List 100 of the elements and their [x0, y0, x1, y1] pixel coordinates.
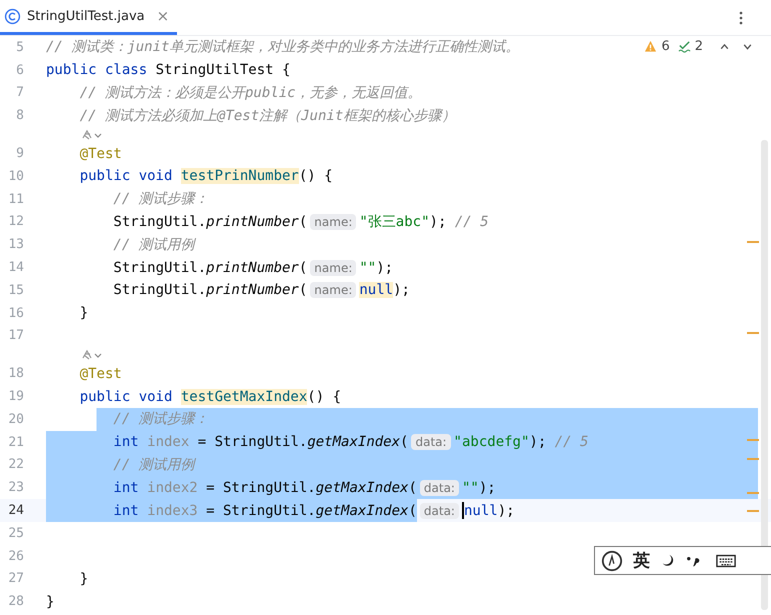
- line-number: 12: [7, 214, 25, 230]
- code-text: () {: [298, 168, 333, 184]
- line-number: 13: [7, 237, 25, 252]
- code-text: () {: [307, 388, 342, 405]
- code-comment: // 测试类：junit单元测试框架，对业务类中的业务方法进行正确性测试。: [46, 38, 520, 56]
- ime-logo-icon[interactable]: [601, 550, 623, 572]
- method-call: printNumber: [206, 282, 299, 298]
- up-icon[interactable]: [719, 41, 730, 52]
- code-text: (: [408, 499, 417, 522]
- line-number: 5: [15, 40, 25, 55]
- tab-title: StringUtilTest.java: [27, 8, 145, 24]
- line-number: 8: [15, 108, 25, 124]
- code-text: (: [400, 434, 408, 450]
- code-text: );: [430, 214, 448, 230]
- method-call: getMaxIndex: [316, 499, 408, 522]
- code-text: StringUtil.: [113, 260, 206, 276]
- string-literal: "": [462, 480, 479, 496]
- code-comment: // 测试方法：必须是公开public，无参，无返回值。: [80, 84, 422, 102]
- line-number: 26: [7, 548, 25, 564]
- keyboard-icon[interactable]: [716, 554, 736, 568]
- run-test-icon[interactable]: [80, 348, 103, 361]
- line-number: 28: [7, 594, 25, 610]
- code-text: = StringUtil.: [198, 499, 316, 522]
- line-number: 24: [7, 503, 25, 518]
- code-annotation: @Test: [80, 146, 122, 162]
- code-text: );: [478, 480, 496, 496]
- line-number: 16: [7, 306, 25, 321]
- parameter-hint: data:: [420, 502, 459, 519]
- code-text: }: [80, 305, 88, 322]
- code-comment: // 测试用例: [113, 236, 195, 254]
- code-text: (: [408, 480, 417, 496]
- code-text: (: [298, 260, 308, 276]
- code-keyword: int: [113, 499, 148, 522]
- code-comment: // 5: [454, 214, 489, 230]
- code-text: }: [80, 570, 88, 587]
- method-name: testPrinNumber: [180, 168, 299, 184]
- code-keyword: int: [113, 480, 140, 496]
- string-literal: "": [359, 260, 376, 276]
- line-number: 9: [15, 146, 25, 162]
- code-text: = StringUtil.: [205, 480, 316, 496]
- language-toggle[interactable]: 英: [633, 549, 650, 572]
- parameter-hint: name:: [310, 214, 356, 230]
- parameter-hint: data:: [420, 480, 459, 496]
- line-number: 19: [7, 389, 25, 404]
- moon-icon[interactable]: [660, 553, 675, 568]
- code-keyword: null: [464, 502, 498, 519]
- weak-warning-count[interactable]: 2: [694, 39, 703, 54]
- code-comment: // 测试用例: [113, 456, 195, 474]
- variable-name: index: [147, 434, 190, 450]
- method-call: getMaxIndex: [307, 434, 400, 450]
- line-number: 27: [7, 571, 25, 586]
- code-keyword: int: [113, 434, 140, 450]
- text-cursor: [462, 502, 464, 520]
- class-icon: [4, 8, 21, 24]
- parameter-hint: name:: [310, 282, 356, 298]
- line-number: 22: [7, 457, 25, 472]
- string-literal: "张三abc": [359, 212, 430, 231]
- line-number: 17: [7, 328, 25, 344]
- line-number: 14: [7, 260, 25, 276]
- line-number: 10: [7, 168, 25, 184]
- string-literal: "abcdefg": [454, 434, 530, 450]
- warning-icon: [644, 40, 658, 53]
- line-number: 15: [7, 282, 25, 298]
- code-comment: // 5: [554, 434, 588, 450]
- code-keyword: public void: [80, 168, 174, 184]
- line-number: 21: [7, 434, 25, 450]
- code-comment: // 测试方法必须加上@Test注解（Junit框架的核心步骤）: [80, 106, 456, 125]
- line-number: 23: [7, 480, 25, 496]
- method-call: getMaxIndex: [316, 480, 408, 496]
- line-number: 18: [7, 366, 25, 382]
- line-number: 20: [7, 412, 25, 427]
- check-icon: [678, 40, 691, 53]
- error-stripe-mark: [747, 439, 759, 441]
- error-stripe-mark: [747, 510, 759, 512]
- parameter-hint: data:: [411, 434, 451, 450]
- line-number: 7: [15, 85, 25, 100]
- run-test-icon[interactable]: [80, 128, 103, 141]
- error-stripe-mark: [747, 332, 759, 334]
- code-text: StringUtil.: [113, 214, 206, 230]
- code-text: StringUtil.: [113, 282, 206, 298]
- code-text: );: [376, 260, 394, 276]
- code-text: );: [393, 282, 410, 298]
- error-stripe-mark: [747, 241, 759, 243]
- more-icon[interactable]: [739, 10, 743, 26]
- line-number: 11: [7, 192, 25, 207]
- code-keyword: public class: [46, 62, 148, 78]
- line-number: 25: [7, 526, 25, 541]
- code-comment: // 测试步骤：: [113, 190, 209, 208]
- method-call: printNumber: [206, 260, 299, 276]
- code-text: );: [529, 434, 548, 450]
- method-call: printNumber: [206, 214, 299, 230]
- scrollbar[interactable]: [761, 140, 768, 610]
- error-stripe-mark: [747, 458, 759, 460]
- close-button[interactable]: ×: [156, 7, 170, 25]
- code-text: StringUtilTest {: [156, 62, 290, 78]
- editor-tab[interactable]: StringUtilTest.java ×: [0, 0, 178, 35]
- warning-count[interactable]: 6: [661, 39, 670, 54]
- code-text: );: [498, 502, 515, 519]
- variable-name: index3: [147, 499, 198, 522]
- variable-name: index2: [147, 480, 198, 496]
